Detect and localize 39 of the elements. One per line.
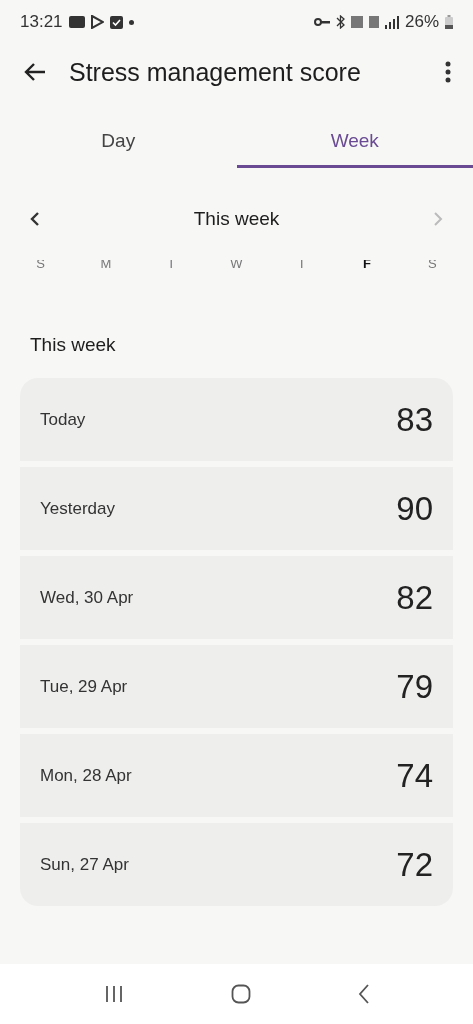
day-label: Wed, 30 Apr [40, 587, 134, 608]
checkbox-icon [109, 15, 123, 29]
score-value: 79 [396, 667, 433, 706]
score-value: 82 [396, 578, 433, 617]
battery-icon [445, 15, 453, 29]
day-label: Sun, 27 Apr [40, 854, 129, 875]
screen-title: Stress management score [69, 57, 362, 87]
recent-apps-icon[interactable] [103, 985, 124, 1003]
day-score-row[interactable]: Tue, 29 Apr 79 [20, 645, 453, 728]
day-score-row[interactable]: Yesterday 90 [20, 467, 453, 550]
play-icon [90, 15, 104, 29]
section-title: This week [30, 334, 117, 356]
day-label: Tue, 29 Apr [40, 676, 128, 697]
back-nav-icon[interactable] [357, 984, 370, 1004]
day-score-row[interactable]: Today 83 [20, 378, 453, 461]
period-tab[interactable]: Day [0, 116, 237, 168]
day-score-row[interactable]: Mon, 28 Apr 74 [20, 734, 453, 817]
score-value: 90 [396, 489, 433, 528]
score-value: 74 [396, 756, 433, 795]
bluetooth-icon [335, 15, 345, 29]
home-icon[interactable] [230, 984, 251, 1004]
score-value: 83 [396, 400, 433, 439]
day-score-row[interactable]: Wed, 30 Apr 82 [20, 556, 453, 639]
period-tab[interactable]: Week [236, 116, 473, 168]
day-label: Yesterday [40, 498, 115, 519]
back-icon[interactable] [24, 62, 46, 82]
key-icon [313, 18, 330, 26]
more-options-icon[interactable] [445, 61, 451, 83]
day-score-row[interactable]: Sun, 27 Apr 72 [20, 823, 453, 906]
score-value: 72 [396, 845, 433, 884]
battery-percent: 26% [404, 12, 439, 32]
previous-week-icon[interactable] [30, 211, 40, 227]
status-time: 13:21 [20, 12, 63, 32]
week-title: This week [193, 208, 280, 230]
dot-icon [128, 19, 134, 25]
day-label: Today [40, 409, 86, 430]
signal-icon [384, 15, 399, 29]
day-label: Mon, 28 Apr [40, 765, 132, 786]
card-icon [68, 16, 85, 28]
